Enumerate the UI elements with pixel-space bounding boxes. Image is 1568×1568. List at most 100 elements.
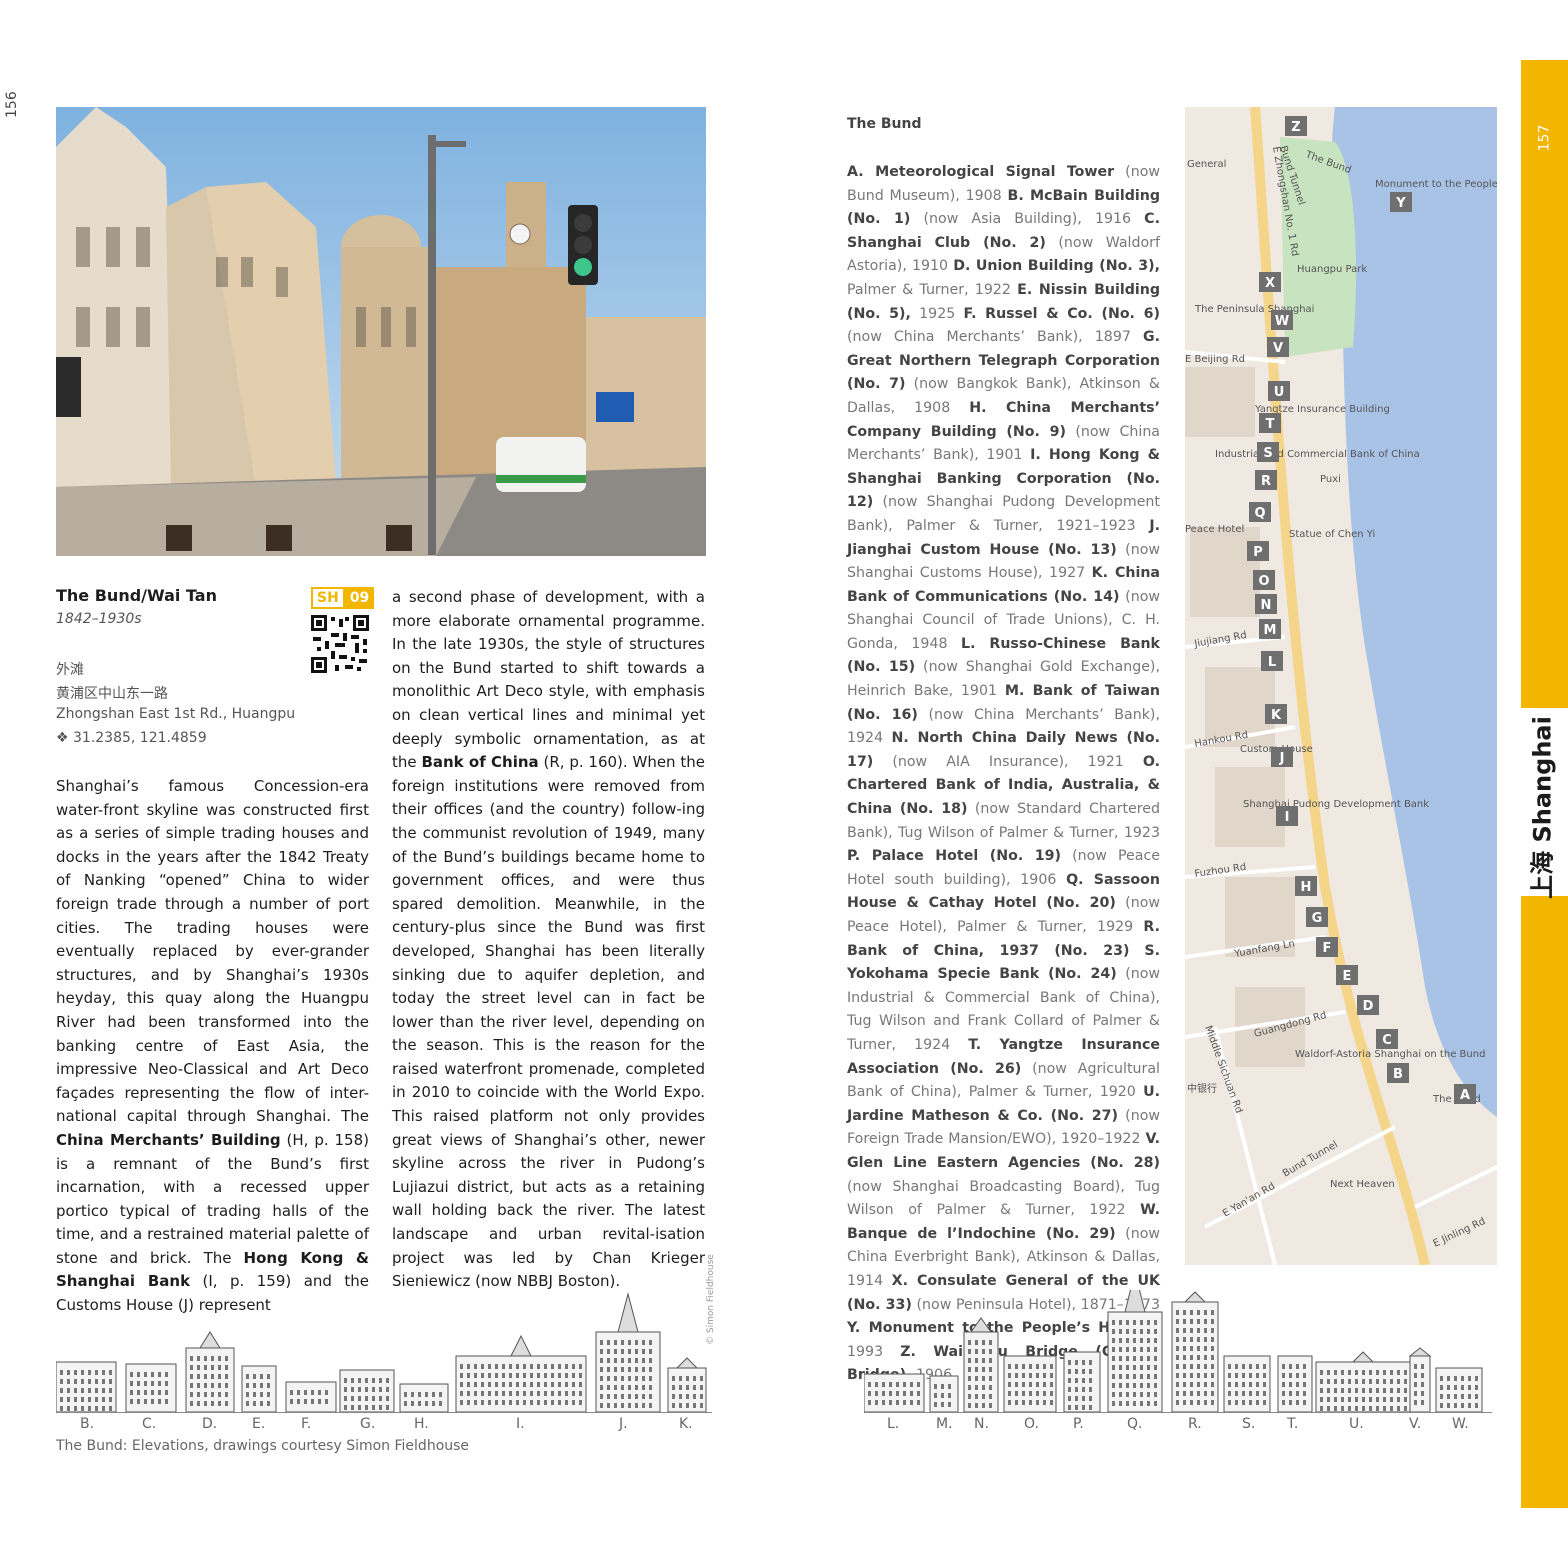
map-pin-label: H — [1301, 880, 1312, 895]
map-pin[interactable]: Q — [1249, 502, 1271, 522]
map-pin[interactable]: A — [1454, 1084, 1476, 1104]
map-place-label: Puxi — [1320, 474, 1341, 485]
elevation-label: S. — [1242, 1416, 1256, 1432]
elevation-label: C. — [142, 1416, 157, 1432]
map-pin[interactable]: D — [1357, 995, 1379, 1015]
figure-credit: © Simon Fieldhouse — [706, 1254, 716, 1345]
building-elevation — [1171, 1291, 1219, 1413]
building-elevation — [339, 1369, 395, 1413]
address: Zhongshan East 1st Rd., Huangpu — [56, 706, 296, 722]
map-place-label: Industrial and Commercial Bank of China — [1215, 449, 1420, 460]
elevations-right — [863, 1271, 1492, 1413]
map-pin[interactable]: I — [1276, 806, 1298, 826]
building-elevation — [241, 1365, 277, 1413]
building-elevation — [929, 1375, 959, 1413]
map-place-label: Statue of Chen Yi — [1289, 529, 1375, 540]
map-pin[interactable]: O — [1253, 570, 1275, 590]
map-pin-label: O — [1258, 574, 1269, 589]
map-pin[interactable]: B — [1387, 1063, 1409, 1083]
map-pin-label: X — [1265, 276, 1275, 291]
building-elevation — [1223, 1355, 1271, 1413]
map-pin[interactable]: K — [1265, 704, 1287, 724]
map-pin[interactable]: V — [1267, 337, 1289, 357]
building-elevation — [455, 1334, 587, 1413]
elevation-baseline-right — [864, 1412, 1492, 1413]
page-number-left: 156 — [4, 91, 20, 118]
map-place-label: General — [1187, 159, 1226, 170]
building-detail: (now Asia Building), 1916 — [910, 211, 1145, 228]
elevations-left — [55, 1290, 712, 1413]
map-pin[interactable]: M — [1259, 619, 1281, 639]
map-pin[interactable]: Y — [1390, 192, 1412, 212]
elevation-label: B. — [80, 1416, 95, 1432]
building-elevation — [1277, 1355, 1313, 1413]
body-text: a second phase of development, with a mo… — [392, 588, 705, 772]
map-pin[interactable]: N — [1255, 594, 1277, 614]
map-pin[interactable]: R — [1255, 470, 1277, 490]
map-place-label: The Peninsula Shanghai — [1194, 304, 1314, 315]
building-elevation — [963, 1317, 999, 1413]
building-detail: (now Shanghai Broadcasting Board), Tug W… — [847, 1178, 1160, 1219]
map-pin-label: U — [1274, 385, 1285, 400]
map-pin-label: V — [1273, 341, 1283, 356]
map-pin[interactable]: U — [1268, 381, 1290, 401]
map-pin[interactable]: F — [1316, 937, 1338, 957]
map-pin[interactable]: C — [1376, 1029, 1398, 1049]
map-pin-label: F — [1323, 941, 1332, 956]
map-pin[interactable]: L — [1261, 651, 1283, 671]
elevation-label: J. — [619, 1416, 628, 1432]
map-pin[interactable]: J — [1271, 747, 1293, 767]
map-pin-label: S — [1263, 446, 1272, 461]
building-elevation — [1435, 1367, 1483, 1413]
elevation-label: M. — [936, 1416, 953, 1432]
map-street-label: E Beijing Rd — [1185, 354, 1245, 365]
body-column-1: Shanghai’s famous Concession-era water-f… — [56, 775, 369, 1318]
chinese-name: 外滩 — [56, 662, 84, 678]
chapter-label: 上海 Shanghai — [1528, 716, 1557, 899]
map-pin[interactable]: W — [1271, 310, 1293, 330]
elevation-label: I. — [516, 1416, 525, 1432]
qr-code[interactable] — [311, 615, 369, 673]
map-place-label: Monument to the People's Heroes — [1375, 179, 1497, 190]
elevation-label: W. — [1452, 1416, 1469, 1432]
building-elevation — [1408, 1347, 1432, 1413]
map-pin-label: K — [1271, 708, 1282, 723]
elevation-label: N. — [974, 1416, 989, 1432]
elevation-label: V. — [1409, 1416, 1422, 1432]
building-elevation — [1003, 1355, 1057, 1413]
map-pin[interactable]: G — [1306, 907, 1328, 927]
elevation-label: R. — [1188, 1416, 1202, 1432]
map-pin[interactable]: S — [1257, 442, 1279, 462]
map-pin-label: R — [1261, 474, 1271, 489]
map-pin[interactable]: T — [1259, 413, 1281, 433]
building-elevation — [1063, 1351, 1101, 1413]
elevation-label: K. — [679, 1416, 693, 1432]
elevation-label: D. — [202, 1416, 218, 1432]
building-elevation — [285, 1381, 337, 1413]
map-pin[interactable]: X — [1259, 272, 1281, 292]
map-place-label: Waldorf-Astoria Shanghai on the Bund — [1295, 1049, 1485, 1060]
elevation-label: F. — [301, 1416, 312, 1432]
map-pin[interactable]: H — [1295, 876, 1317, 896]
building-list: A. Meteorological Signal Tower (now Bund… — [847, 161, 1160, 1388]
bund-map[interactable]: E Zhongshan No. 1 Rd Bund Tunnel E Beijing… — [1185, 107, 1497, 1265]
building-detail: (now China Merchants’ Bank), 1897 — [847, 329, 1143, 346]
building-elevation — [863, 1373, 925, 1413]
badge-number: 09 — [344, 587, 375, 609]
elevation-label: G. — [360, 1416, 376, 1432]
body-text: Shanghai’s famous Concession-era water-f… — [56, 777, 369, 1126]
map-pin[interactable]: Z — [1285, 116, 1307, 136]
building-detail: 1925 — [910, 305, 964, 322]
building-elevation — [125, 1363, 177, 1413]
map-pin-label: Z — [1291, 120, 1300, 135]
map-pin-label: G — [1312, 911, 1323, 926]
map-pin[interactable]: P — [1247, 541, 1269, 561]
map-pin[interactable]: E — [1336, 965, 1358, 985]
map-place-label: Next Heaven — [1330, 1179, 1395, 1190]
map-pin-label: L — [1268, 655, 1276, 670]
building-detail: (now AIA Insurance), 1921 — [873, 753, 1143, 770]
building-elevation — [1107, 1271, 1163, 1413]
map-pin-label: E — [1343, 969, 1352, 984]
coordinates: ❖ 31.2385, 121.4859 — [56, 730, 207, 746]
map-place-label: 中银行 — [1187, 1082, 1217, 1095]
